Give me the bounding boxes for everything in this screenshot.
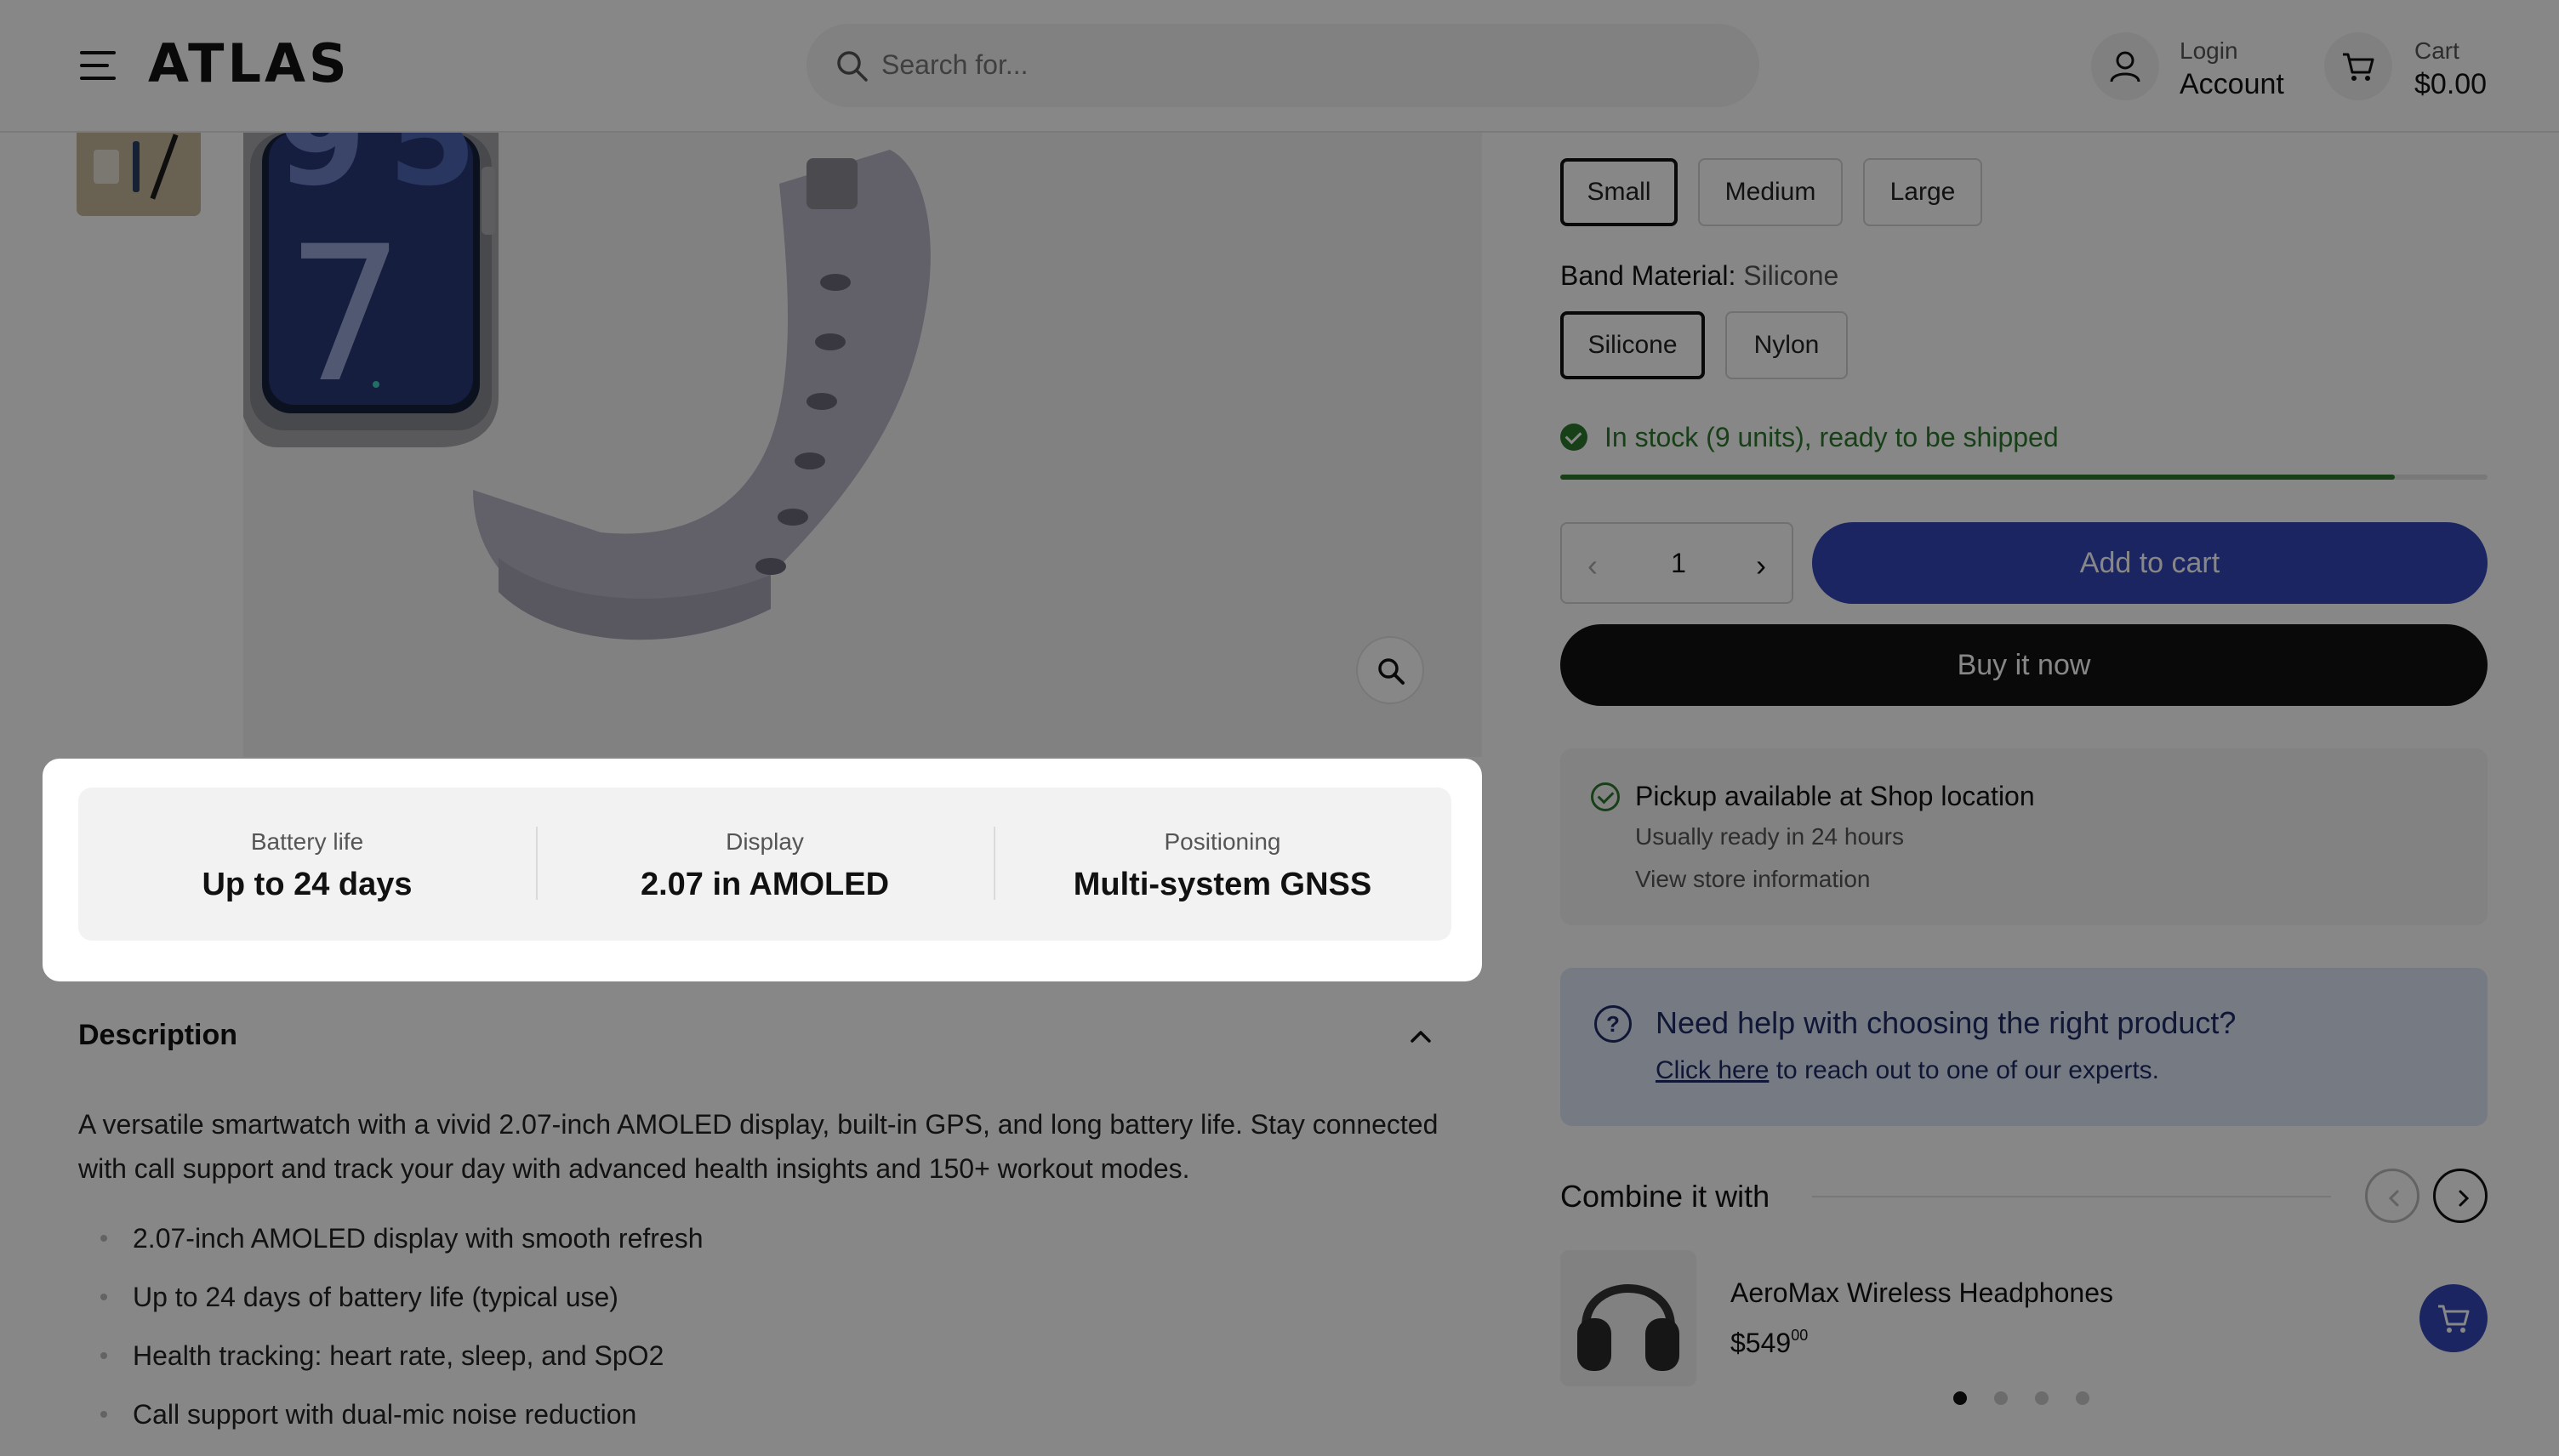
price-cents: 00 bbox=[1791, 1327, 1809, 1344]
carousel-dots bbox=[1953, 1391, 2117, 1405]
quantity-stepper[interactable]: ‹ 1 › bbox=[1560, 522, 1793, 604]
band-option-nylon[interactable]: Nylon bbox=[1725, 311, 1848, 379]
increase-quantity-icon[interactable]: › bbox=[1756, 548, 1766, 583]
site-header: ATLAS Search for... Login Account Cart $… bbox=[0, 0, 2559, 133]
search-icon bbox=[837, 51, 868, 82]
spec-battery: Battery life Up to 24 days bbox=[78, 788, 536, 941]
spec-display: Display 2.07 in AMOLED bbox=[536, 788, 994, 941]
description-text: A versatile smartwatch with a vivid 2.07… bbox=[78, 1109, 1439, 1184]
list-item: Up to 24 days of battery life (typical u… bbox=[78, 1280, 1439, 1314]
search-input[interactable]: Search for... bbox=[881, 49, 1029, 81]
svg-text:7: 7 bbox=[286, 206, 405, 424]
help-title: Need help with choosing the right produc… bbox=[1656, 1005, 2237, 1040]
description-title[interactable]: Description bbox=[78, 1019, 237, 1052]
account-button[interactable] bbox=[2091, 32, 2159, 100]
search-bar[interactable]: Search for... bbox=[806, 24, 1759, 107]
quick-add-cart-button[interactable] bbox=[2419, 1284, 2488, 1352]
band-selected-value: Silicone bbox=[1743, 260, 1839, 291]
pickup-title: Pickup available at Shop location bbox=[1635, 781, 2035, 811]
list-item: Call support with dual-mic noise reducti… bbox=[78, 1397, 1439, 1431]
cart-small-label: Cart bbox=[2414, 37, 2459, 64]
headphones-image[interactable] bbox=[1560, 1250, 1696, 1386]
smartwatch-image: 9 7 5 bbox=[235, 66, 931, 640]
click-here-link[interactable]: Click here bbox=[1656, 1056, 1769, 1084]
product-image: 9 7 5 bbox=[235, 66, 1482, 757]
list-item: 2.07-inch AMOLED display with smooth ref… bbox=[78, 1221, 1439, 1255]
site-logo[interactable]: ATLAS bbox=[148, 36, 351, 92]
check-circle-icon bbox=[1591, 782, 1620, 811]
zoom-icon bbox=[1378, 658, 1405, 685]
menu-icon[interactable] bbox=[80, 51, 116, 80]
carousel-prev-button[interactable] bbox=[2365, 1169, 2419, 1223]
spec-value: 2.07 in AMOLED bbox=[640, 867, 890, 902]
carousel-next-button[interactable] bbox=[2433, 1169, 2488, 1223]
stock-level-fill bbox=[1560, 475, 2395, 480]
check-icon bbox=[1560, 424, 1587, 451]
carousel-dot[interactable] bbox=[2035, 1391, 2049, 1405]
spec-positioning: Positioning Multi-system GNSS bbox=[994, 788, 1451, 941]
carousel-dot[interactable] bbox=[1994, 1391, 2008, 1405]
spec-summary: Battery life Up to 24 days Display 2.07 … bbox=[78, 788, 1451, 941]
spec-label: Display bbox=[726, 828, 804, 855]
account-label: Account bbox=[2180, 68, 2284, 100]
cart-link[interactable]: Cart $0.00 bbox=[2414, 36, 2487, 102]
cart-icon bbox=[2438, 1305, 2470, 1333]
account-small-label: Login bbox=[2180, 37, 2238, 64]
pickup-info: Pickup available at Shop location Usuall… bbox=[1560, 748, 2488, 925]
chevron-up-icon[interactable] bbox=[1409, 1027, 1433, 1044]
cart-total: $0.00 bbox=[2414, 68, 2488, 100]
pickup-subtitle: Usually ready in 24 hours bbox=[1635, 823, 1904, 850]
svg-text:5: 5 bbox=[388, 133, 476, 214]
price-main: $549 bbox=[1730, 1328, 1792, 1358]
help-banner: ? Need help with choosing the right prod… bbox=[1560, 968, 2488, 1126]
feature-list: 2.07-inch AMOLED display with smooth ref… bbox=[78, 1221, 1439, 1456]
combine-product-price: $54900 bbox=[1730, 1327, 1808, 1359]
chevron-left-icon bbox=[2388, 1190, 2399, 1207]
carousel-dot[interactable] bbox=[2076, 1391, 2089, 1405]
size-option-small[interactable]: Small bbox=[1560, 158, 1678, 226]
zoom-button[interactable] bbox=[1356, 636, 1424, 704]
buy-now-button[interactable]: Buy it now bbox=[1560, 624, 2488, 706]
spec-label: Positioning bbox=[1164, 828, 1281, 855]
stock-status: In stock (9 units), ready to be shipped bbox=[1560, 422, 2059, 453]
stock-text: In stock (9 units), ready to be shipped bbox=[1604, 422, 2059, 452]
combine-product-name[interactable]: AeroMax Wireless Headphones bbox=[1730, 1277, 2113, 1309]
user-icon bbox=[2110, 51, 2140, 82]
svg-text:9: 9 bbox=[277, 133, 366, 214]
spotlight-panel: Battery life Up to 24 days Display 2.07 … bbox=[43, 759, 1482, 981]
chevron-right-icon bbox=[2459, 1190, 2470, 1207]
cart-button[interactable] bbox=[2324, 32, 2392, 100]
band-label-text: Band Material: bbox=[1560, 260, 1736, 291]
divider bbox=[1812, 1196, 2331, 1197]
size-option-medium[interactable]: Medium bbox=[1698, 158, 1843, 226]
list-item: Health tracking: heart rate, sleep, and … bbox=[78, 1339, 1439, 1373]
stock-level-bar bbox=[1560, 475, 2488, 480]
question-icon: ? bbox=[1594, 1005, 1632, 1043]
help-line: Click here to reach out to one of our ex… bbox=[1656, 1056, 2159, 1085]
spec-value: Multi-system GNSS bbox=[1073, 867, 1372, 902]
cart-icon bbox=[2343, 53, 2374, 81]
band-material-label: Band Material: Silicone bbox=[1560, 260, 1838, 292]
headphones-icon bbox=[1577, 1284, 1679, 1371]
help-line-rest: to reach out to one of our experts. bbox=[1769, 1056, 2159, 1084]
carousel-dot[interactable] bbox=[1953, 1391, 1967, 1405]
gallery-thumbnail[interactable] bbox=[77, 133, 201, 216]
spec-value: Up to 24 days bbox=[202, 867, 413, 902]
store-info-link[interactable]: View store information bbox=[1635, 866, 1871, 893]
combine-title: Combine it with bbox=[1560, 1179, 1770, 1214]
account-link[interactable]: Login Account bbox=[2180, 36, 2284, 102]
spec-label: Battery life bbox=[250, 828, 364, 855]
add-to-cart-button[interactable]: Add to cart bbox=[1812, 522, 2488, 604]
band-option-silicone[interactable]: Silicone bbox=[1560, 311, 1705, 379]
size-option-large[interactable]: Large bbox=[1863, 158, 1982, 226]
product-page: ATLAS Search for... Login Account Cart $… bbox=[0, 0, 2559, 1456]
